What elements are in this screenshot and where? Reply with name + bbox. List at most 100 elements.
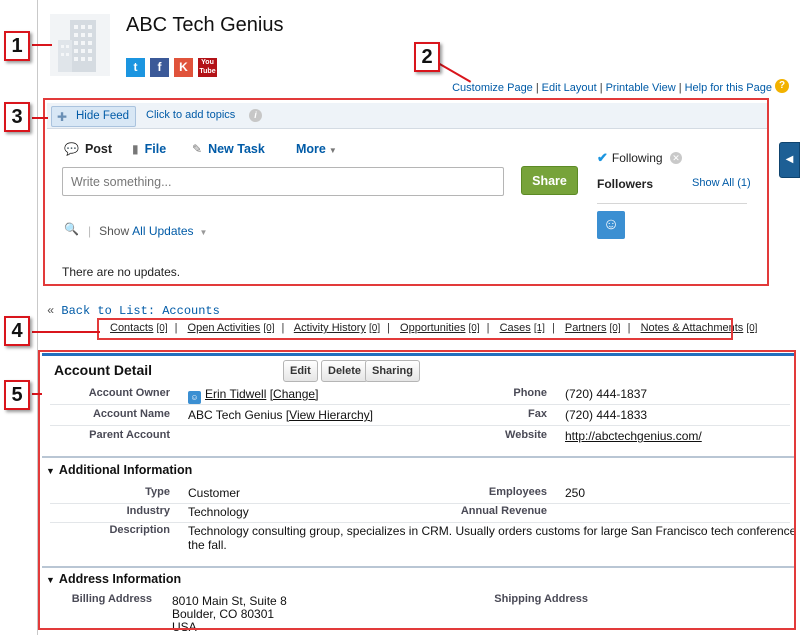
help-page-link[interactable]: Help for this Page bbox=[685, 82, 772, 94]
additional-info-title: Additional Information bbox=[58, 463, 193, 477]
website-link[interactable]: http://abctechgenius.com/ bbox=[565, 429, 702, 443]
facebook-icon[interactable]: f bbox=[150, 58, 169, 77]
callout-connector bbox=[439, 63, 472, 83]
related-count[interactable]: [0] bbox=[263, 323, 274, 334]
tab-more[interactable]: More ▼ bbox=[296, 142, 337, 156]
speech-bubble-icon: 💬 bbox=[64, 142, 79, 156]
back-to-list: « Back to List: Accounts bbox=[47, 304, 220, 318]
account-name-text: ABC Tech Genius bbox=[188, 408, 283, 422]
related-partners-link[interactable]: Partners bbox=[565, 322, 607, 334]
divider bbox=[597, 203, 747, 204]
chevron-down-icon[interactable]: ▼ bbox=[200, 228, 208, 237]
tab-file[interactable]: ▮ File bbox=[132, 142, 166, 156]
address-info-header[interactable]: ▼ Address Information bbox=[46, 572, 181, 586]
account-building-icon bbox=[50, 14, 110, 76]
related-list-hover-links: Contacts [0] | Open Activities [0] | Activ… bbox=[110, 322, 758, 334]
tab-file-label: File bbox=[144, 142, 167, 156]
search-icon[interactable]: 🔍 bbox=[64, 222, 79, 236]
collapse-triangle-icon: ▼ bbox=[46, 466, 55, 476]
description-line-2: the fall. bbox=[188, 538, 227, 552]
add-topics-link[interactable]: Click to add topics bbox=[146, 109, 235, 121]
address-info-title: Address Information bbox=[58, 572, 182, 586]
sharing-button[interactable]: Sharing bbox=[365, 360, 420, 382]
publisher-tabs: 💬 Post ▮ File ✎ New Task More ▼ bbox=[62, 140, 382, 160]
all-updates-dropdown[interactable]: All Updates bbox=[132, 224, 193, 238]
related-open-activities-link[interactable]: Open Activities bbox=[188, 322, 261, 334]
additional-info-header[interactable]: ▼ Additional Information bbox=[46, 463, 192, 477]
tab-new-task[interactable]: ✎ New Task bbox=[192, 142, 265, 156]
annual-revenue-label: Annual Revenue bbox=[460, 505, 547, 517]
change-owner-link[interactable]: [Change] bbox=[270, 387, 319, 401]
related-count[interactable]: [1] bbox=[534, 323, 545, 334]
related-notes-attachments-link[interactable]: Notes & Attachments bbox=[641, 322, 744, 334]
divider bbox=[50, 404, 790, 405]
related-opportunities-link[interactable]: Opportunities bbox=[400, 322, 465, 334]
type-label: Type bbox=[145, 486, 170, 498]
post-input[interactable] bbox=[62, 167, 504, 196]
related-count[interactable]: [0] bbox=[156, 323, 167, 334]
related-cases-link[interactable]: Cases bbox=[500, 322, 531, 334]
unfollow-icon[interactable]: ✕ bbox=[670, 152, 682, 164]
account-owner-label: Account Owner bbox=[88, 387, 170, 399]
show-updates-filter: | Show All Updates ▼ bbox=[88, 224, 208, 238]
employees-label: Employees bbox=[488, 486, 547, 498]
billing-line-2: Boulder, CO 80301 bbox=[172, 607, 275, 621]
fax-label: Fax bbox=[528, 408, 547, 420]
show-all-followers-link[interactable]: Show All (1) bbox=[692, 177, 751, 189]
hide-feed-label: Hide Feed bbox=[76, 110, 130, 122]
collapse-triangle-icon: ▼ bbox=[46, 575, 55, 585]
view-hierarchy-link[interactable]: [View Hierarchy] bbox=[286, 408, 373, 422]
section-divider bbox=[42, 456, 794, 458]
related-contacts-link[interactable]: Contacts bbox=[110, 322, 153, 334]
related-count[interactable]: [0] bbox=[610, 323, 621, 334]
account-title: ABC Tech Genius bbox=[126, 14, 284, 36]
twitter-icon[interactable]: t bbox=[126, 58, 145, 77]
employees-value: 250 bbox=[565, 486, 586, 500]
customize-page-link[interactable]: Customize Page bbox=[452, 82, 533, 94]
fax-value: (720) 444-1833 bbox=[565, 408, 648, 422]
phone-label: Phone bbox=[513, 387, 547, 399]
callout-4: 4 bbox=[4, 316, 30, 346]
notepad-icon: ✎ bbox=[192, 142, 203, 156]
tab-more-label: More bbox=[296, 142, 326, 156]
feed-toolbar: ✚ Hide Feed Click to add topics i bbox=[47, 103, 767, 129]
following-label: Following bbox=[611, 151, 663, 165]
related-count[interactable]: [0] bbox=[369, 323, 380, 334]
info-icon[interactable]: i bbox=[249, 109, 262, 122]
callout-2: 2 bbox=[414, 42, 440, 72]
billing-address-label: Billing Address bbox=[71, 593, 152, 605]
callout-connector bbox=[32, 44, 52, 46]
divider bbox=[50, 425, 790, 426]
social-links: t f K You Tube bbox=[126, 58, 217, 77]
delete-button[interactable]: Delete bbox=[321, 360, 369, 382]
checkmark-icon: ✔ bbox=[597, 150, 608, 165]
follower-avatar[interactable]: ☺ bbox=[597, 211, 625, 239]
edit-layout-link[interactable]: Edit Layout bbox=[542, 82, 597, 94]
youtube-icon[interactable]: You Tube bbox=[198, 58, 217, 77]
help-icon[interactable]: ? bbox=[775, 79, 789, 93]
file-icon: ▮ bbox=[132, 142, 139, 156]
billing-line-1: 8010 Main St, Suite 8 bbox=[172, 594, 287, 608]
following-status[interactable]: ✔ Following bbox=[597, 150, 663, 166]
owner-name-link[interactable]: Erin Tidwell bbox=[205, 387, 266, 401]
divider bbox=[50, 503, 790, 504]
page-links: Customize Page | Edit Layout | Printable Vie… bbox=[452, 82, 772, 94]
account-detail-section: Account Detail Edit Delete Sharing Accou… bbox=[42, 353, 800, 634]
back-prefix: « bbox=[47, 304, 55, 318]
klout-icon[interactable]: K bbox=[174, 58, 193, 77]
edit-button[interactable]: Edit bbox=[283, 360, 318, 382]
tab-post[interactable]: 💬 Post bbox=[64, 142, 112, 156]
related-activity-history-link[interactable]: Activity History bbox=[294, 322, 366, 334]
share-button[interactable]: Share bbox=[521, 166, 578, 195]
callout-5: 5 bbox=[4, 380, 30, 410]
back-to-list-link[interactable]: Back to List: Accounts bbox=[61, 304, 219, 318]
owner-avatar-icon: ☺ bbox=[188, 391, 201, 404]
industry-label: Industry bbox=[126, 505, 170, 517]
related-count[interactable]: [0] bbox=[746, 323, 757, 334]
related-count[interactable]: [0] bbox=[469, 323, 480, 334]
sidebar-toggle-tab[interactable]: ◀ bbox=[779, 142, 800, 178]
chevron-down-icon: ▼ bbox=[328, 146, 337, 155]
account-detail-title: Account Detail bbox=[54, 362, 153, 378]
hide-feed-button[interactable]: ✚ Hide Feed bbox=[51, 106, 137, 127]
printable-view-link[interactable]: Printable View bbox=[606, 82, 676, 94]
